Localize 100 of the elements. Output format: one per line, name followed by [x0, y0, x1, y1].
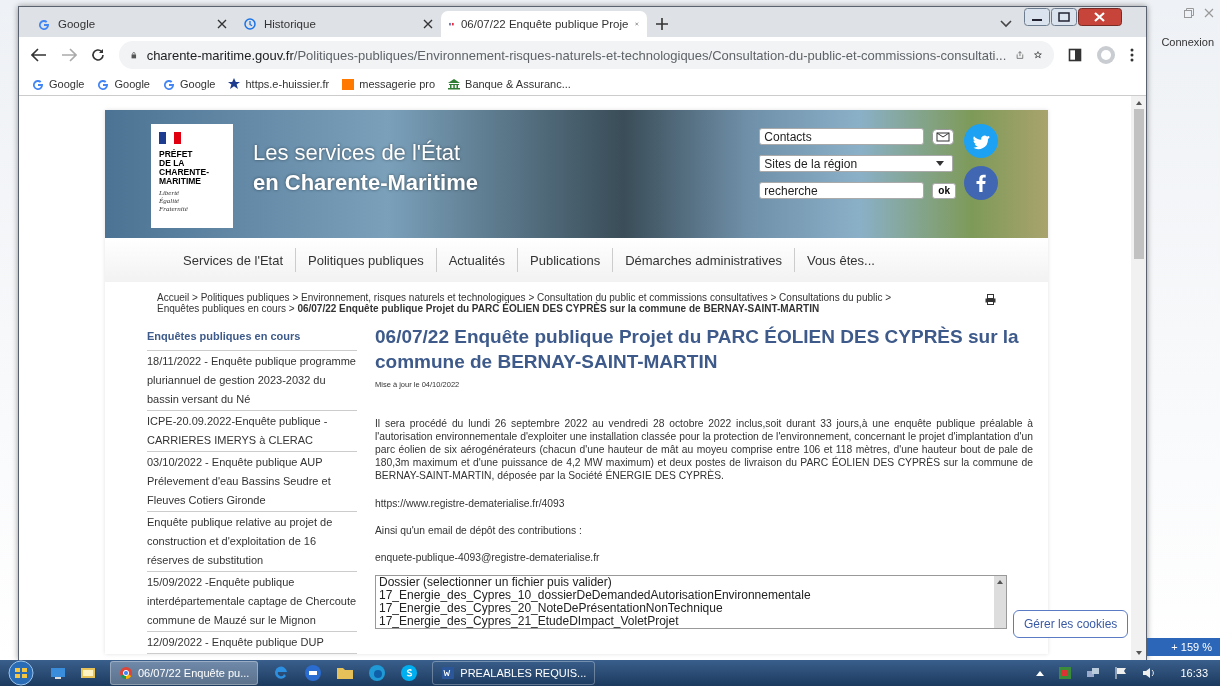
browser-tab[interactable]: Historique: [235, 11, 441, 37]
nav-link[interactable]: Publications: [518, 252, 613, 268]
breadcrumb-link[interactable]: Consultations du public: [779, 292, 883, 303]
sidebar-heading: Enquêtes publiques en cours: [147, 324, 357, 351]
cookie-settings-button[interactable]: Gérer les cookies: [1013, 610, 1129, 638]
start-orb-icon[interactable]: [6, 660, 36, 686]
network-icon[interactable]: [1086, 666, 1101, 680]
nav-link[interactable]: Démarches administratives: [613, 252, 794, 268]
sidebar-link[interactable]: 03/10/2022 - Enquête publique AUP Prélevement d'eau Bassins Seudre et Fleuves Cotiers Gironde: [147, 452, 357, 512]
dropdown-arrow-icon: [936, 161, 945, 166]
breadcrumb-separator: >: [885, 292, 892, 303]
browser-tab[interactable]: 06/07/22 Enquête publique Proje: [441, 11, 647, 37]
sidebar-link[interactable]: Enquête publique relative au projet de construction et d'exploitation de 16 réserves de substitution: [147, 512, 357, 572]
tray-arrow-icon[interactable]: [1036, 670, 1045, 676]
logo-text: CHARENTE-: [159, 168, 211, 177]
file-listbox[interactable]: [375, 575, 1007, 629]
chevron-down-icon[interactable]: [1000, 20, 1012, 28]
site-title: Les services de l'État: [253, 140, 462, 166]
share-icon[interactable]: [1016, 48, 1025, 62]
breadcrumb-link[interactable]: Accueil: [157, 292, 190, 303]
scroll-up-icon[interactable]: [1134, 100, 1143, 105]
clock-icon: [243, 17, 257, 31]
address-bar[interactable]: charente-maritime.gouv.fr/Politiques-publiques/Environnement-risques-naturels-et-technologiques/Consultation-du-public-et-commissions-consultati...: [119, 41, 1054, 69]
breadcrumb-separator: >: [292, 292, 299, 303]
scrollbar-thumb[interactable]: [1133, 109, 1144, 259]
contacts-field[interactable]: Contacts: [759, 128, 925, 145]
scroll-up-icon[interactable]: [996, 579, 1004, 584]
bookmark-star-icon[interactable]: [1034, 48, 1042, 62]
print-icon[interactable]: [985, 294, 996, 305]
sidebar-link[interactable]: ICPE-20.09.2022-Enquête publique - CARRIERES IMERYS à CLERAC: [147, 411, 357, 452]
close-icon[interactable]: [423, 19, 433, 29]
article-paragraph: Il sera procédé du lundi 26 septembre 2022 au vendredi 28 octobre 2022 inclus,soit durant 33 jours,à une enquête publique préalable à l'autorisation environnementale d'exploiter une installation classée pour la protection de l'environnement, concernant le projet d'implantation d'un parc éolien de six aérogénérateurs (chacun d'une hauteur de mât au moyeu comprise entre 106 et 118 mètres, d'une hauteur bout de pale de 180,3m maximum et d'une puissance de 4,2 MW maximum) et deux postes de livraison du PARC ÉOLIEN DES CYPRÈS sur la commune de BERNAY-SAINT-MARTIN, déposée par la Société ÉNERGIE DES CYPRÈS.: [375, 417, 1033, 482]
breadcrumb-current: 06/07/22 Enquête publique Projet du PARC ÉOLIEN DES CYPRÈS sur la commune de BERNAY-SAINT-MARTIN: [297, 303, 820, 314]
flag-icon: [159, 132, 181, 144]
file-option[interactable]: 17_Energie_des_Cypres_20_NoteDePrésentationNonTechnique: [379, 602, 994, 615]
nav-link[interactable]: Services de l'Etat: [171, 252, 296, 268]
email-intro: Ainsi qu'un email de dépôt des contributions :: [375, 525, 583, 536]
bookmark-link[interactable]: messagerie pro: [341, 77, 436, 91]
twitter-bird-icon[interactable]: [964, 124, 998, 158]
sidebar-link[interactable]: 12/09/2022 - Enquête publique DUP: [147, 632, 357, 654]
envelope-icon[interactable]: [932, 128, 955, 145]
listbox-header: Dossier (selectionner un fichier puis valider): [379, 576, 613, 589]
bookmark-link[interactable]: https.e-huissier.fr: [227, 77, 330, 91]
scrollbar[interactable]: [1131, 96, 1146, 660]
breadcrumb-separator: >: [528, 292, 535, 303]
sidebar-link[interactable]: 15/09/2022 -Enquête publique interdépartementale captage de Chercoute commune de Mauzé sur le Mignon: [147, 572, 357, 632]
facebook-f-icon[interactable]: [964, 166, 998, 200]
square-logo-icon: [341, 77, 356, 91]
desktop-icon[interactable]: [50, 665, 66, 681]
contribution-email: enquete-publique-4093@registre-dematerialise.fr: [375, 552, 601, 563]
file-option[interactable]: 17_Energie_des_Cypres_10_dossierDeDemandedAutorisationEnvironnementale: [379, 589, 994, 602]
region-select[interactable]: Sites de la région: [759, 155, 954, 172]
close-icon[interactable]: [1078, 8, 1122, 26]
zoom-level: + 159 %: [1147, 638, 1220, 656]
chrome-icon: [119, 666, 133, 680]
speaker-icon[interactable]: [1142, 666, 1157, 680]
bookmark-link[interactable]: Google: [31, 77, 85, 91]
minimize-icon[interactable]: [1024, 8, 1050, 26]
skype-icon[interactable]: [400, 664, 419, 682]
bank-icon: [447, 77, 462, 91]
star-emblem-icon: [227, 77, 242, 91]
lock-icon: [131, 49, 137, 61]
search-button[interactable]: ok: [932, 182, 956, 199]
close-icon[interactable]: [217, 19, 227, 29]
close-icon: [1204, 8, 1214, 18]
nav-link[interactable]: Politiques publiques: [296, 252, 436, 268]
back-arrow-icon[interactable]: [31, 48, 47, 62]
taskbar-button[interactable]: PREALABLES REQUIS...: [432, 661, 596, 685]
breadcrumb-link[interactable]: Consultation du public et commissions consultatives: [537, 292, 768, 303]
edge-icon[interactable]: [368, 664, 387, 682]
reload-icon[interactable]: [91, 48, 105, 62]
breadcrumb-separator: >: [288, 303, 295, 314]
breadcrumb-link[interactable]: Enquêtes publiques en cours: [157, 303, 286, 314]
nav-link[interactable]: Actualités: [436, 252, 518, 268]
folder-window-icon[interactable]: [80, 665, 96, 681]
breadcrumb-link[interactable]: Environnement, risques naturels et technologiques: [301, 292, 526, 303]
bookmark-link[interactable]: Google: [96, 77, 150, 91]
app-icon[interactable]: [304, 664, 323, 682]
side-panel-icon[interactable]: [1068, 48, 1082, 62]
breadcrumb-separator: >: [192, 292, 198, 303]
logo-text: PRÉFET: [159, 150, 194, 159]
nav-link[interactable]: Vous êtes...: [794, 252, 887, 268]
scroll-down-icon[interactable]: [1134, 651, 1143, 656]
sidebar-link[interactable]: 18/11/2022 - Enquête publique programme pluriannuel de gestion 2023-2032 du bassin versant du Né: [147, 351, 357, 411]
browser-tab[interactable]: Google: [29, 11, 235, 37]
article-title: 06/07/22 Enquête publique Projet du PARC ÉOLIEN DES CYPRÈS sur la commune de BERNAY-SAINT-MARTIN: [375, 325, 1020, 374]
flag-tray-icon[interactable]: [1114, 666, 1129, 680]
restore-icon: [1184, 8, 1194, 18]
logo-text: DE LA: [159, 159, 186, 168]
bookmark-link[interactable]: Google: [161, 77, 216, 91]
listbox-scrollbar[interactable]: [994, 576, 1006, 628]
file-option[interactable]: 17_Energie_des_Cypres_21_EtudeDImpact_VoletProjet: [379, 615, 994, 628]
more-menu-icon[interactable]: [1130, 48, 1134, 62]
google-g-icon: [37, 17, 51, 31]
bookmark-link[interactable]: Banque & Assuranc...: [447, 77, 571, 91]
maximize-icon[interactable]: [1051, 8, 1077, 26]
breadcrumb-link[interactable]: Politiques publiques: [200, 292, 290, 303]
search-field[interactable]: recherche: [759, 182, 925, 199]
taskbar-button[interactable]: 06/07/22 Enquête pu...: [110, 661, 259, 685]
sign-in-link[interactable]: Connexion: [1161, 36, 1220, 48]
